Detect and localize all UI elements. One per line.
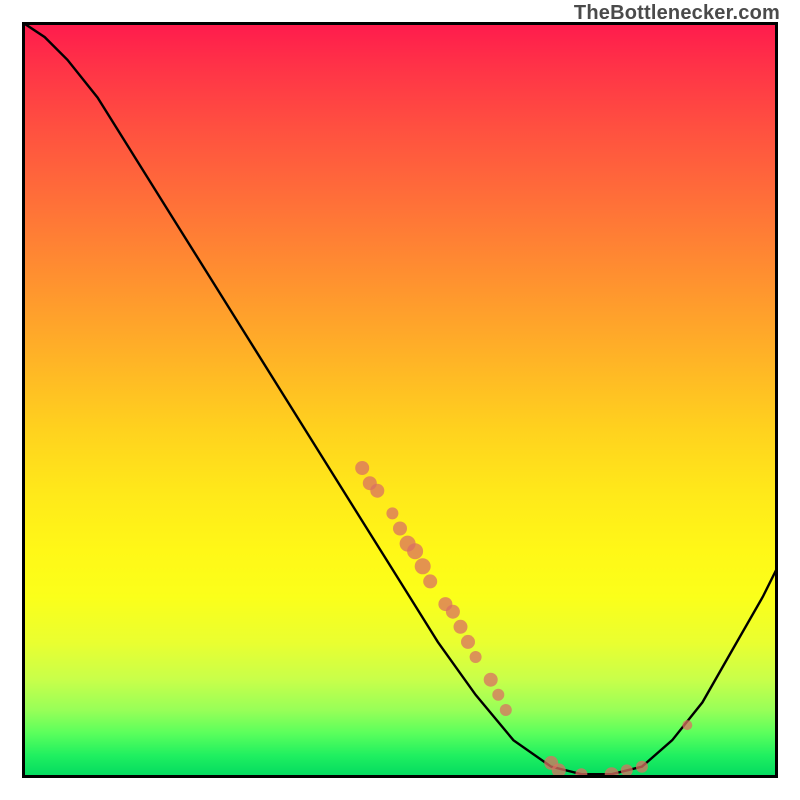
data-point: [636, 761, 648, 773]
data-point: [446, 605, 460, 619]
data-point: [370, 484, 384, 498]
bottleneck-curve: [22, 22, 778, 774]
data-point: [575, 768, 587, 778]
plot-area: [22, 22, 778, 778]
curve-layer: [22, 22, 778, 778]
data-point: [415, 558, 431, 574]
data-points-group: [355, 461, 692, 778]
data-point: [484, 673, 498, 687]
watermark-text: TheBottlenecker.com: [574, 2, 780, 25]
chart-frame: TheBottlenecker.com: [0, 0, 800, 800]
data-point: [386, 507, 398, 519]
data-point: [621, 764, 633, 776]
data-point: [470, 651, 482, 663]
data-point: [605, 767, 619, 778]
data-point: [682, 720, 692, 730]
data-point: [393, 522, 407, 536]
data-point: [552, 763, 566, 777]
data-point: [500, 704, 512, 716]
data-point: [355, 461, 369, 475]
data-point: [454, 620, 468, 634]
data-point: [492, 689, 504, 701]
data-point: [423, 574, 437, 588]
data-point: [407, 543, 423, 559]
data-point: [461, 635, 475, 649]
